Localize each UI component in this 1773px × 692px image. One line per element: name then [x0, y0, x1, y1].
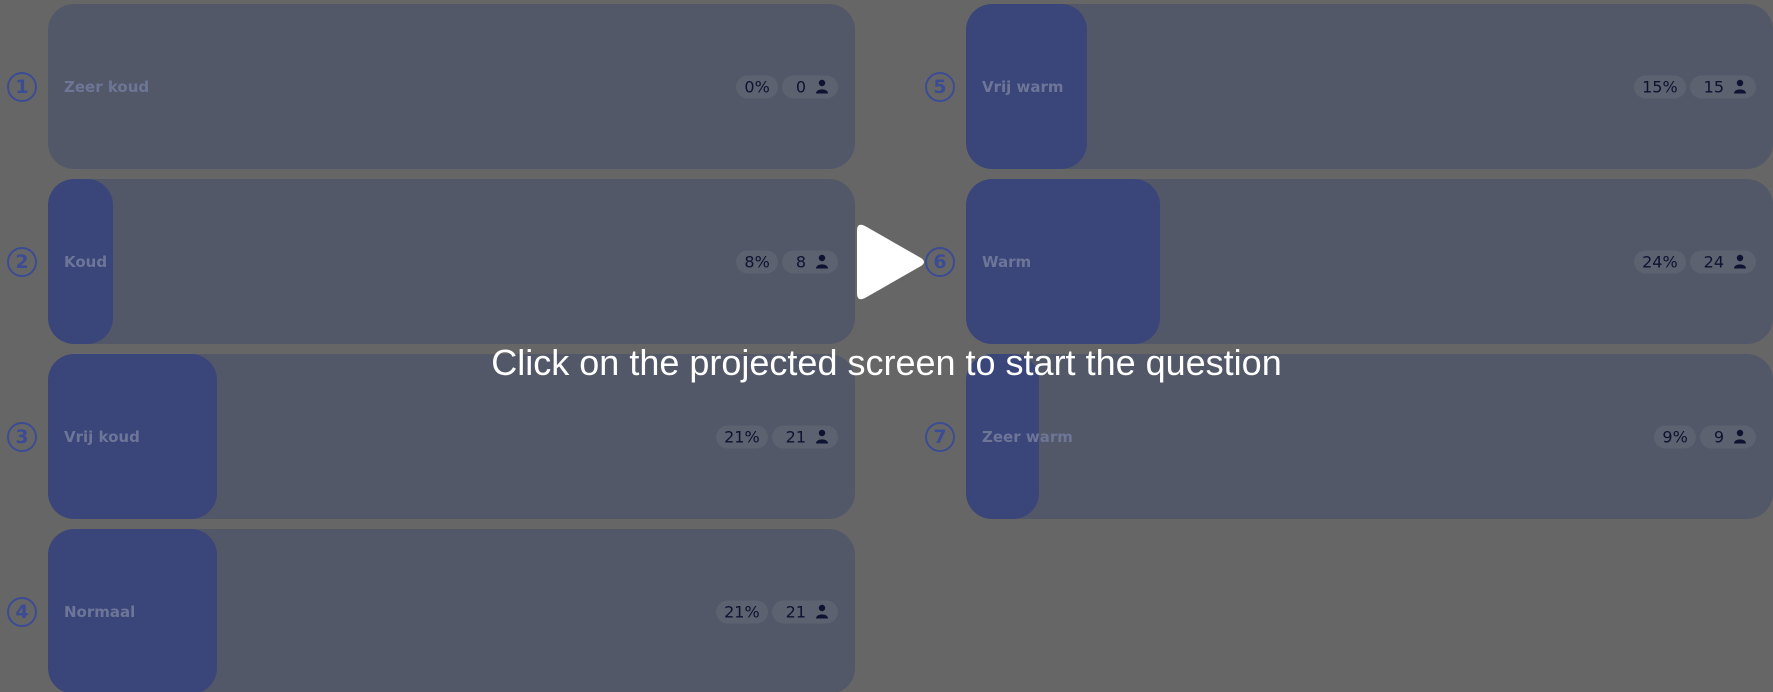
person-icon	[816, 429, 828, 444]
option-bar: Koud 8% 8	[48, 179, 855, 344]
option-number-badge: 5	[925, 71, 955, 102]
option-label: Warm	[982, 252, 1032, 271]
option-number-badge: 7	[925, 421, 955, 452]
option-number-badge: 3	[7, 421, 37, 452]
option-percentage: 21%	[716, 600, 768, 623]
option-percentage: 24%	[1634, 250, 1686, 273]
option-number-badge: 2	[7, 246, 37, 277]
option-number-badge: 6	[925, 246, 955, 277]
option-stats: 15% 15	[1634, 75, 1756, 98]
option-label: Vrij koud	[64, 427, 140, 446]
respondent-count-value: 0	[795, 77, 806, 96]
option-stats: 21% 21	[716, 425, 838, 448]
option-label: Koud	[64, 252, 108, 271]
option-bar: Warm 24% 24	[966, 179, 1773, 344]
option-bar: Normaal 21% 21	[48, 529, 855, 692]
option-stats: 24% 24	[1634, 250, 1756, 273]
respondent-count-value: 8	[795, 252, 806, 271]
respondent-count-value: 21	[785, 602, 806, 621]
option-respondent-count: 15	[1689, 75, 1756, 98]
option-stats: 8% 8	[736, 250, 838, 273]
start-question-caption: Click on the projected screen to start t…	[491, 342, 1282, 383]
option-respondent-count: 8	[781, 250, 838, 273]
option-percentage: 15%	[1634, 75, 1686, 98]
option-respondent-count: 9	[1699, 425, 1756, 448]
option-number-badge: 4	[7, 596, 37, 627]
person-icon	[816, 79, 828, 94]
option-stats: 9% 9	[1654, 425, 1756, 448]
option-stats: 0% 0	[736, 75, 838, 98]
option-bar: Zeer koud 0% 0	[48, 4, 855, 169]
person-icon	[1734, 429, 1746, 444]
respondent-count-value: 9	[1713, 427, 1724, 446]
option-percentage: 21%	[716, 425, 768, 448]
respondent-count-value: 24	[1703, 252, 1724, 271]
person-icon	[816, 254, 828, 269]
person-icon	[1734, 254, 1746, 269]
option-percentage: 0%	[736, 75, 778, 98]
option-label: Zeer warm	[982, 427, 1073, 446]
play-icon[interactable]	[855, 222, 927, 302]
option-label: Zeer koud	[64, 77, 150, 96]
option-label: Vrij warm	[982, 77, 1064, 96]
option-respondent-count: 0	[781, 75, 838, 98]
person-icon	[1734, 79, 1746, 94]
respondent-count-value: 21	[785, 427, 806, 446]
option-bar: Vrij warm 15% 15	[966, 4, 1773, 169]
option-stats: 21% 21	[716, 600, 838, 623]
person-icon	[816, 604, 828, 619]
option-number-badge: 1	[7, 71, 37, 102]
option-respondent-count: 24	[1689, 250, 1756, 273]
poll-results-stage[interactable]: 1 Zeer koud 0% 0 2 Koud 8% 8 3 Vrij koud…	[0, 0, 1773, 692]
option-label: Normaal	[64, 602, 136, 621]
option-respondent-count: 21	[771, 425, 838, 448]
option-percentage: 9%	[1654, 425, 1696, 448]
respondent-count-value: 15	[1703, 77, 1724, 96]
option-respondent-count: 21	[771, 600, 838, 623]
option-percentage: 8%	[736, 250, 778, 273]
